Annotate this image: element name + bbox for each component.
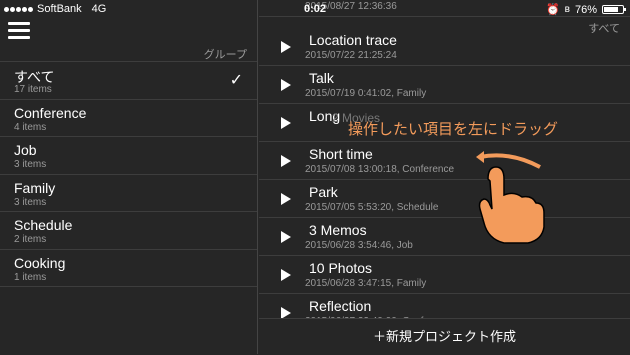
project-title: Reflection: [309, 298, 372, 314]
project-meta: 2015/06/28 3:54:46, Job: [305, 240, 413, 251]
play-icon[interactable]: [281, 269, 291, 281]
instruction-overlay: 操作したい項目を左にドラッグ: [348, 121, 559, 138]
project-meta: 2015/07/22 21:25:24: [305, 50, 397, 61]
sidebar-group-item[interactable]: すべて 17 items ✓: [0, 61, 257, 99]
sidebar-group-item[interactable]: Cooking 1 items: [0, 248, 257, 287]
play-icon[interactable]: [281, 117, 291, 129]
new-project-button[interactable]: ＋新規プロジェクト作成: [259, 319, 630, 355]
group-count: 17 items: [14, 84, 52, 95]
group-list: すべて 17 items ✓ Conference 4 items Job 3 items F…: [0, 61, 257, 287]
play-icon[interactable]: [281, 155, 291, 167]
status-bar: SoftBank 4G 0:02 ⏰ ʙ 76%: [0, 0, 630, 18]
group-count: 4 items: [14, 121, 47, 133]
project-row[interactable]: Reflection2015/06/27 22:40:00, Conferenc…: [259, 294, 630, 318]
project-meta: 2015/07/19 0:41:02, Family: [305, 88, 427, 99]
project-row[interactable]: 3 Memos 2015/06/28 3:54:46, Job: [259, 218, 630, 256]
project-title: Location trace: [309, 32, 397, 48]
battery-icon: [602, 5, 626, 14]
sidebar-group-item[interactable]: Schedule 2 items: [0, 211, 257, 249]
group-name: Cooking: [14, 254, 66, 271]
status-left: SoftBank 4G: [4, 3, 106, 15]
play-icon[interactable]: [281, 193, 291, 205]
play-icon[interactable]: [281, 41, 291, 53]
project-meta: 2015/06/28 3:47:15, Family: [305, 278, 427, 289]
project-meta: 2015/07/08 13:00:18, Conference: [305, 164, 455, 175]
sidebar-group-item[interactable]: Conference 4 items: [0, 98, 257, 137]
project-row[interactable]: Talk 2015/07/19 0:41:02, Family: [259, 66, 630, 104]
project-title: Short time: [309, 146, 373, 162]
project-row[interactable]: Park 2015/07/05 5:53:20, Schedule: [259, 180, 630, 218]
project-row[interactable]: Short time 2015/07/08 13:00:18, Conferenc…: [259, 142, 630, 180]
project-title: 3 Memos: [309, 222, 367, 238]
filter-label: すべて: [588, 23, 620, 35]
signal-icon: [4, 6, 33, 12]
group-count: 2 items: [14, 234, 47, 246]
play-icon[interactable]: [281, 231, 291, 243]
project-title: Park: [309, 184, 338, 200]
group-count: 3 items: [14, 159, 47, 171]
project-row[interactable]: 10 Photos 2015/06/28 3:47:15, Family: [259, 256, 630, 294]
alarm-icon: ⏰: [545, 4, 560, 16]
menu-icon[interactable]: [8, 20, 30, 40]
check-icon: ✓: [229, 72, 243, 89]
group-name: Family: [14, 179, 56, 196]
project-meta: 2015/07/05 5:53:20, Schedule: [305, 202, 439, 213]
group-name: Conference: [14, 104, 87, 121]
group-count: 1 items: [14, 271, 47, 283]
group-name: Job: [14, 142, 37, 159]
battery-percent: 76%: [574, 3, 597, 16]
carrier-label: SoftBank: [37, 3, 82, 15]
play-icon[interactable]: [281, 307, 291, 318]
status-right: ⏰ ʙ 76%: [545, 3, 626, 16]
project-title: Talk: [309, 70, 334, 86]
sidebar-group-item[interactable]: Family 3 items: [0, 173, 257, 212]
project-row[interactable]: Location trace 2015/07/22 21:25:24: [259, 28, 630, 66]
project-title: 10 Photos: [309, 260, 373, 276]
hand-swipe-icon: [476, 151, 545, 244]
status-time: 0:02: [304, 3, 327, 15]
network-label: 4G: [91, 3, 107, 15]
play-icon[interactable]: [281, 79, 291, 91]
battery-fill: [604, 7, 618, 12]
sidebar-group-item[interactable]: Job 3 items: [0, 136, 257, 174]
bluetooth-icon: ʙ: [564, 4, 570, 15]
bottom-bar: ＋新規プロジェクト作成: [259, 318, 630, 354]
group-name: Schedule: [14, 217, 73, 234]
main-panel: 2015/08/27 12:36:36 Location trace 2015/0…: [259, 0, 630, 354]
group-count: 3 items: [14, 196, 47, 208]
project-list: 2015/08/27 12:36:36 Location trace 2015/0…: [259, 0, 630, 318]
group-heading: グループ: [203, 49, 247, 61]
sidebar: グループ すべて 17 items ✓ Conference 4 items Job 3 i…: [0, 0, 258, 354]
